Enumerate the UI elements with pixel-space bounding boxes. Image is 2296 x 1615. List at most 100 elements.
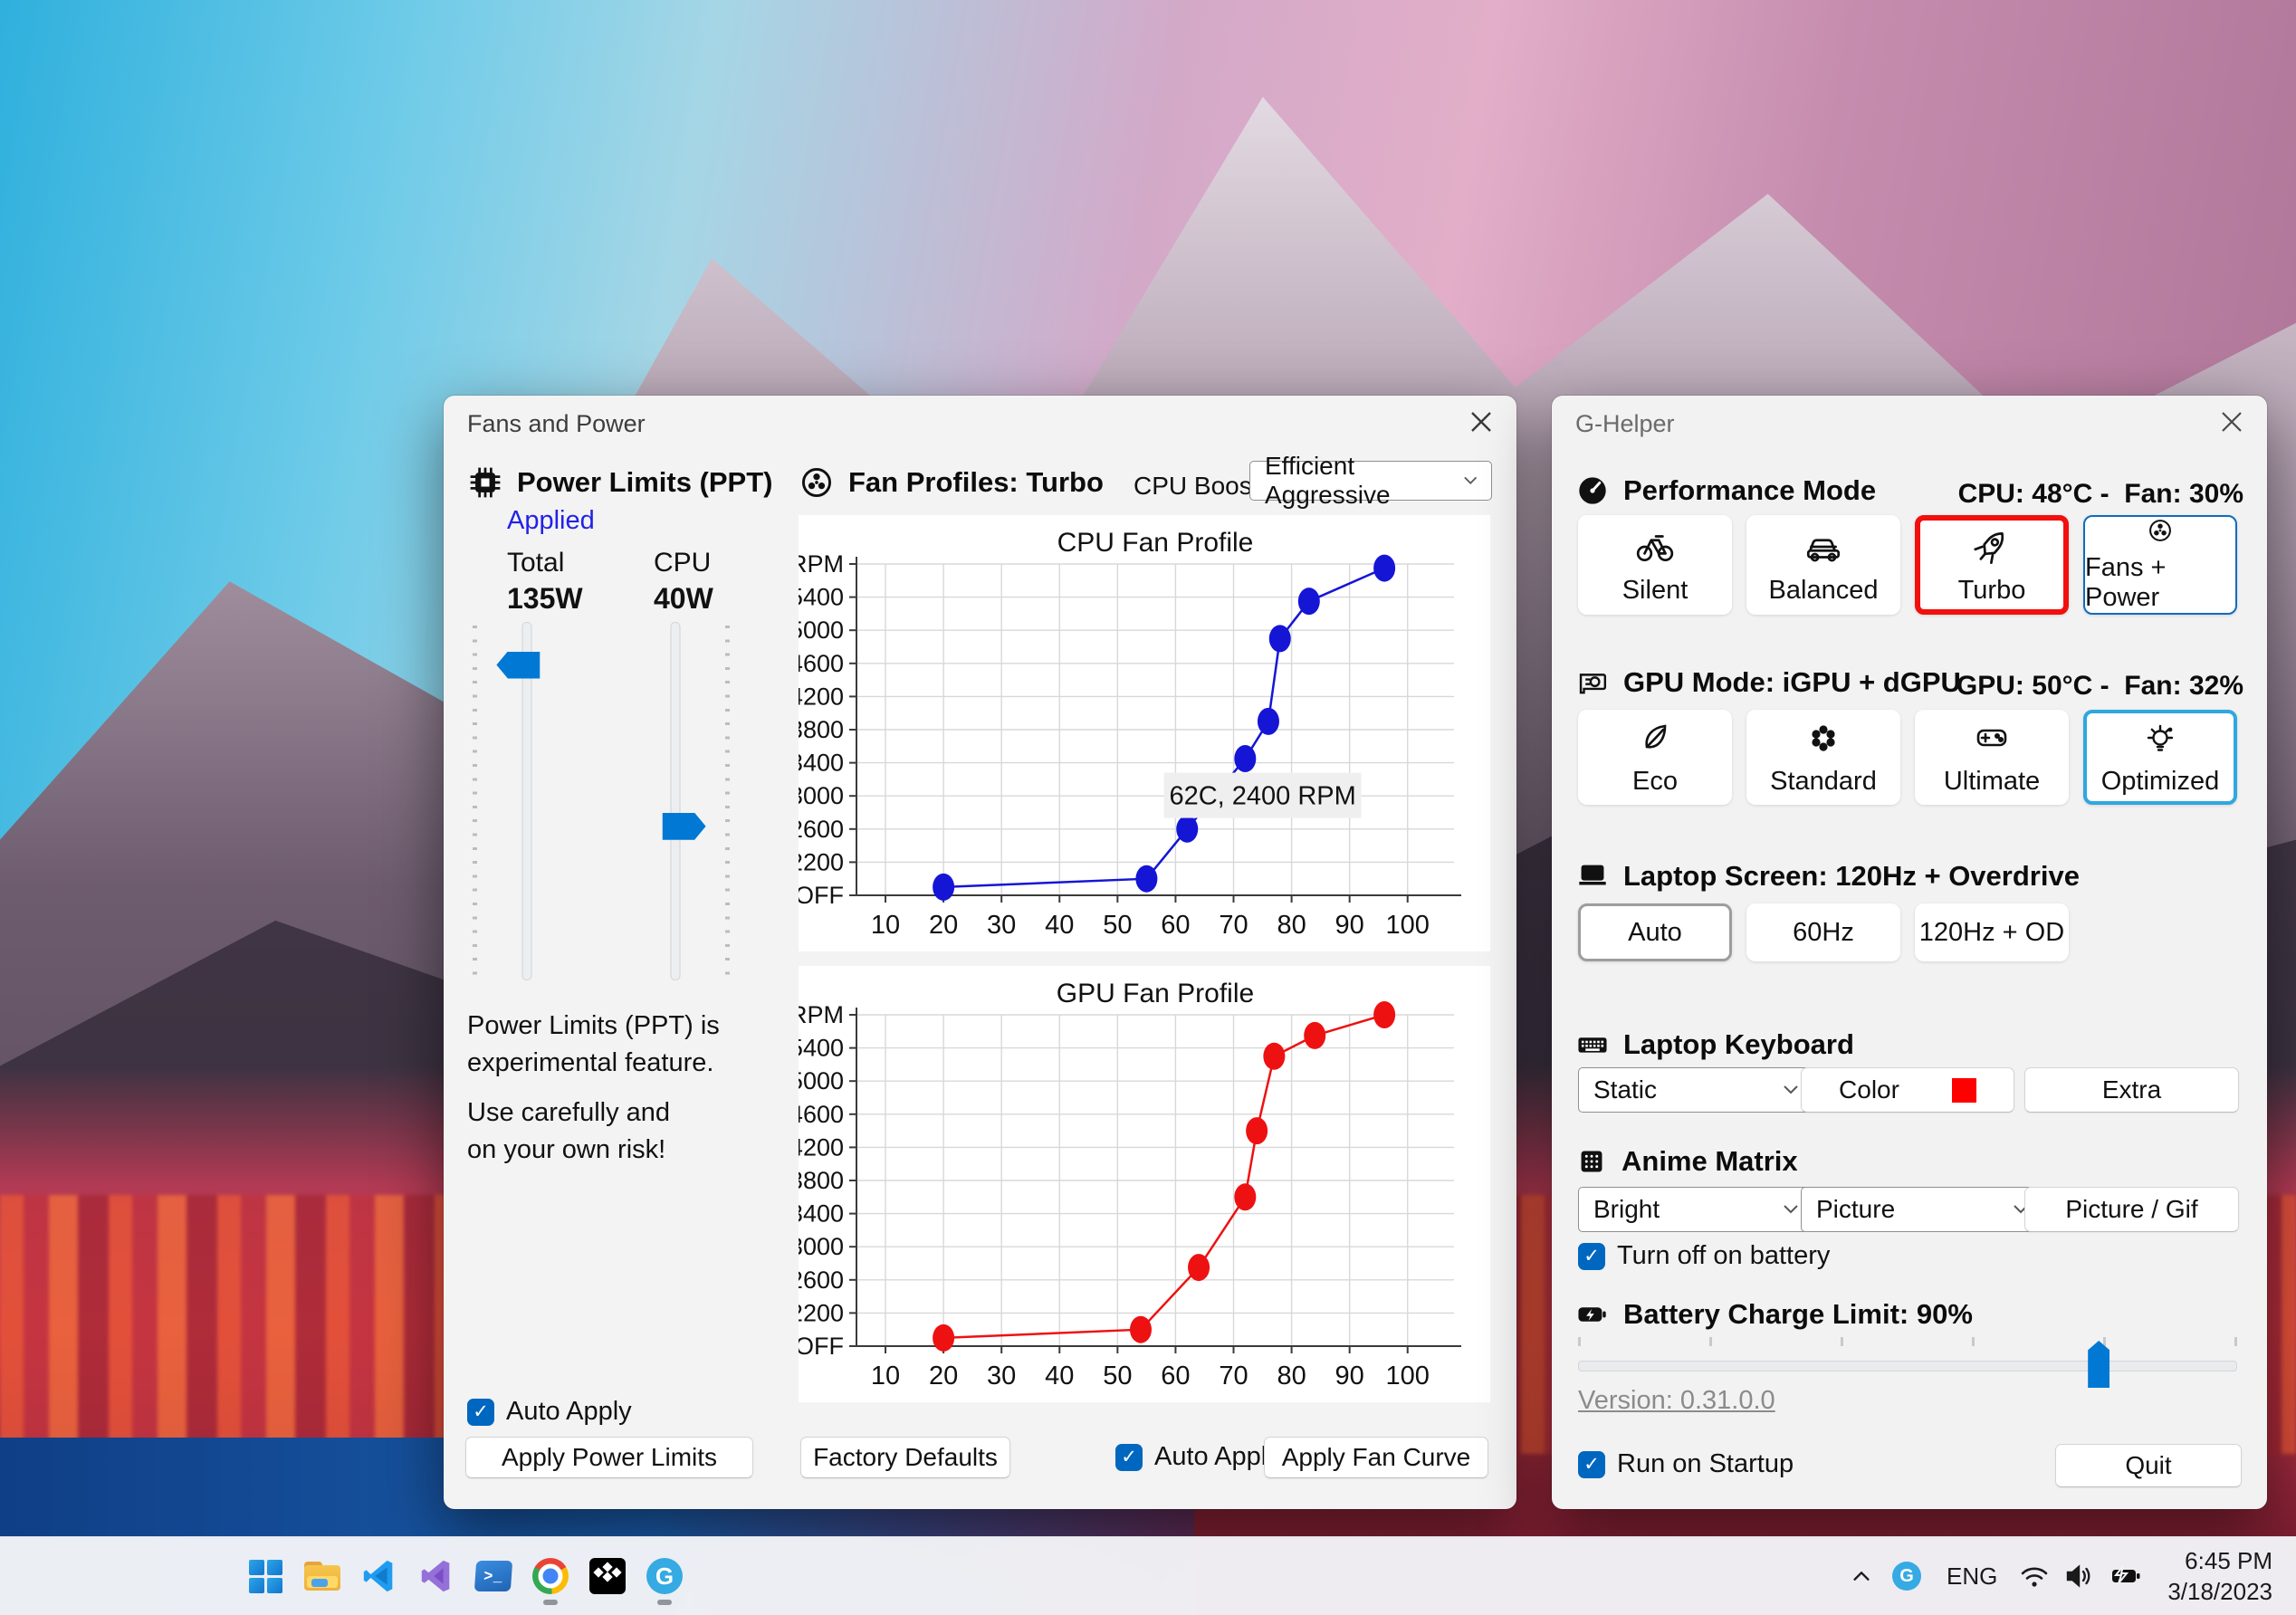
cpu-fan-profile-chart[interactable]: CPU Fan Profile OFF 2200 2600 3000 3400 3800 42…	[789, 515, 1490, 951]
chip-icon	[470, 467, 501, 498]
tray-clock[interactable]: 6:45 PM 3/18/2023	[2167, 1545, 2272, 1607]
keyboard-color-button[interactable]: Color	[1801, 1067, 2014, 1113]
turn-off-on-battery-checkbox[interactable]: ✓	[1578, 1242, 1605, 1270]
anime-brightness-select[interactable]: Bright	[1578, 1187, 1813, 1232]
cpu-boost-select[interactable]: Efficient Aggressive	[1249, 452, 1492, 509]
run-on-startup-checkbox[interactable]: ✓	[1578, 1450, 1605, 1478]
auto-apply-power-checkbox[interactable]: ✓	[467, 1398, 494, 1426]
screen-button-120hz-od[interactable]: 120Hz + OD	[1915, 903, 2069, 961]
close-icon[interactable]	[1469, 410, 1493, 434]
tray-chevron-button[interactable]	[1842, 1565, 1881, 1587]
svg-text:80: 80	[1277, 911, 1306, 940]
apply-power-limits-button[interactable]: Apply Power Limits	[465, 1437, 753, 1478]
total-slider-handle[interactable]	[496, 651, 541, 679]
mode-button-balanced[interactable]: Balanced	[1746, 515, 1900, 615]
gamepad-icon	[1976, 729, 2007, 747]
bicycle-icon	[1636, 534, 1674, 561]
tray-language-button[interactable]: ENG	[1932, 1562, 2012, 1591]
gpu-button-ultimate[interactable]: Ultimate	[1915, 710, 2069, 805]
svg-text:80: 80	[1277, 1362, 1306, 1390]
screen-button-60hz[interactable]: 60Hz	[1746, 903, 1900, 961]
svg-text:3000: 3000	[799, 782, 844, 809]
vscode-button[interactable]	[355, 1544, 404, 1608]
tidal-button[interactable]	[583, 1544, 632, 1608]
power-limits-note-1: Power Limits (PPT) is experimental featu…	[467, 1011, 720, 1077]
visual-studio-icon	[421, 1560, 450, 1592]
svg-text:RPM: RPM	[799, 550, 844, 578]
mode-button-turbo[interactable]: Turbo	[1915, 515, 2069, 615]
ghelper-titlebar[interactable]: G-Helper	[1552, 396, 2267, 448]
file-explorer-button[interactable]	[298, 1544, 347, 1608]
gpu-button-optimized[interactable]: Optimized	[2083, 710, 2237, 805]
svg-text:20: 20	[929, 1362, 958, 1390]
auto-apply-fan-checkbox[interactable]: ✓	[1115, 1443, 1143, 1471]
factory-defaults-button[interactable]: Factory Defaults	[800, 1437, 1010, 1478]
tray-wifi-button[interactable]	[2012, 1562, 2057, 1590]
laptop-screen-header: Laptop Screen: 120Hz + Overdrive	[1575, 859, 2080, 894]
cpu-slider-handle[interactable]	[662, 812, 706, 840]
slider-ticks	[473, 626, 477, 977]
laptop-keyboard-header: Laptop Keyboard	[1575, 1027, 1854, 1062]
total-power-slider[interactable]	[473, 622, 581, 980]
ghelper-title: G-Helper	[1575, 410, 1675, 437]
close-icon[interactable]	[2220, 410, 2243, 434]
cpu-value: 40W	[654, 582, 713, 615]
slider-track[interactable]	[1578, 1361, 2237, 1371]
cpu-power-slider[interactable]	[621, 622, 730, 980]
fans-window-titlebar[interactable]: Fans and Power	[444, 396, 1516, 448]
ghelper-taskbar-button[interactable]: G	[640, 1544, 689, 1608]
gpu-temp-status: GPU: 50°C - Fan: 32%	[1956, 671, 2243, 701]
total-value: 135W	[507, 582, 583, 615]
battery-limit-slider[interactable]	[1578, 1335, 2237, 1390]
gpu-button-standard[interactable]: Standard	[1746, 710, 1900, 805]
apply-fan-curve-button[interactable]: Apply Fan Curve	[1264, 1437, 1488, 1478]
visual-studio-button[interactable]	[412, 1544, 461, 1608]
gpu-button-eco[interactable]: Eco	[1578, 710, 1732, 805]
total-label: Total	[507, 548, 565, 578]
rocket-icon	[1974, 531, 2004, 564]
mode-button-silent[interactable]: Silent	[1578, 515, 1732, 615]
auto-apply-fan-label: Auto Apply	[1154, 1442, 1280, 1471]
taskbar: >_ G G ENG 6:45 PM 3/18/2023	[0, 1536, 2296, 1615]
battery-icon	[1578, 1307, 1606, 1322]
quit-button[interactable]: Quit	[2055, 1444, 2242, 1487]
cpu-boost-label: CPU Boost	[1134, 472, 1259, 500]
svg-text:3800: 3800	[799, 1167, 844, 1194]
tray-volume-button[interactable]	[2057, 1562, 2102, 1590]
slider-track[interactable]	[670, 622, 681, 980]
chrome-button[interactable]	[526, 1544, 575, 1608]
battery-slider-thumb[interactable]	[2088, 1341, 2110, 1388]
powershell-button[interactable]: >_	[469, 1544, 518, 1608]
version-link[interactable]: Version: 0.31.0.0	[1578, 1386, 1775, 1416]
start-button[interactable]	[241, 1544, 290, 1608]
svg-text:RPM: RPM	[799, 1001, 844, 1028]
keyboard-extra-button[interactable]: Extra	[2024, 1067, 2239, 1113]
check-icon: ✓	[473, 1401, 489, 1422]
run-on-startup-label: Run on Startup	[1617, 1449, 1794, 1478]
anime-picture-gif-button[interactable]: Picture / Gif	[2024, 1187, 2239, 1232]
keyboard-mode-select[interactable]: Static	[1578, 1067, 1813, 1113]
gpu-fan-profile-chart[interactable]: GPU Fan Profile OFF 2200 2600 3000 3400 3800 42…	[789, 966, 1490, 1402]
svg-text:2600: 2600	[799, 816, 844, 843]
fan-icon	[802, 468, 831, 497]
svg-text:90: 90	[1335, 911, 1364, 940]
check-icon: ✓	[1583, 1246, 1600, 1266]
ghelper-icon: G	[1891, 1562, 1921, 1591]
check-icon: ✓	[1121, 1447, 1137, 1467]
svg-text:5400: 5400	[799, 1035, 844, 1062]
slider-ticks	[725, 626, 730, 977]
tray-time: 6:45 PM	[2185, 1547, 2272, 1574]
powershell-icon: >_	[474, 1561, 513, 1591]
tray-ghelper-button[interactable]: G	[1881, 1562, 1932, 1591]
chevron-up-icon	[1853, 1572, 1870, 1581]
power-limits-status[interactable]: Applied	[507, 506, 595, 536]
power-limits-note-2: Use carefully and on your own risk!	[467, 1098, 671, 1164]
running-indicator	[543, 1600, 558, 1605]
screen-button-auto[interactable]: Auto	[1578, 903, 1732, 961]
slider-ticks	[1578, 1337, 2237, 1346]
anime-content-select[interactable]: Picture	[1801, 1187, 2043, 1232]
mode-button-fans-power[interactable]: Fans + Power	[2083, 515, 2237, 615]
tray-battery-button[interactable]	[2102, 1562, 2149, 1590]
svg-text:2200: 2200	[799, 1299, 844, 1326]
ghelper-window: G-Helper Performance Mode CPU: 48°C - Fa…	[1552, 396, 2267, 1509]
